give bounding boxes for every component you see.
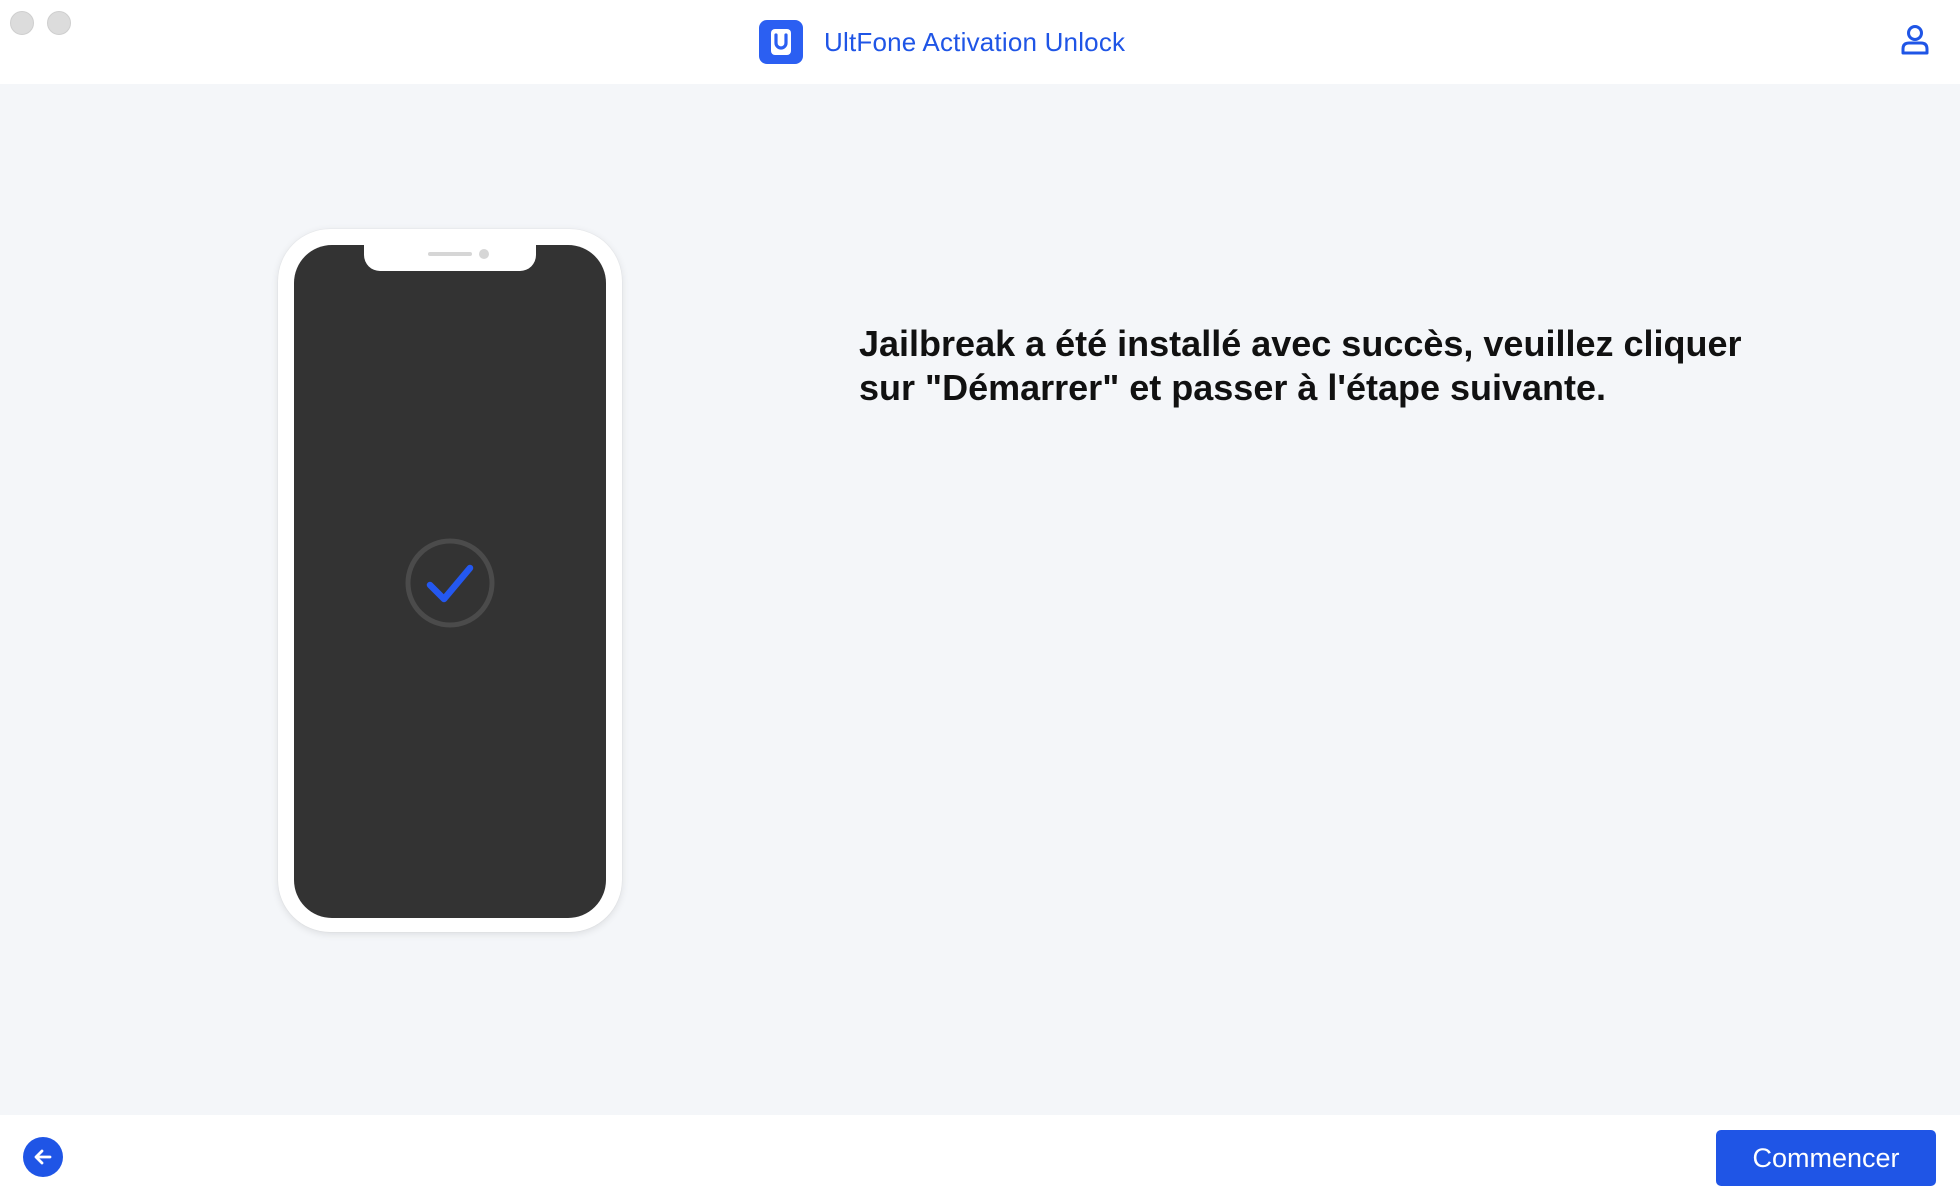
- phone-camera: [479, 249, 489, 259]
- phone-notch: [364, 245, 536, 271]
- phone-screen: [294, 245, 606, 918]
- window-close-button[interactable]: [10, 11, 34, 35]
- app-title: UltFone Activation Unlock: [824, 26, 1126, 57]
- app-branding: UltFone Activation Unlock: [759, 20, 1125, 64]
- user-account-icon[interactable]: [1898, 22, 1932, 56]
- arrow-left-icon: [31, 1145, 55, 1169]
- app-window: UltFone Activation Unlock Jailbreak a ét…: [0, 0, 1960, 1200]
- footer-bar: Commencer: [0, 1115, 1960, 1200]
- main-content: Jailbreak a été installé avec succès, ve…: [0, 84, 1960, 1115]
- instruction-message: Jailbreak a été installé avec succès, ve…: [859, 323, 1742, 408]
- window-minimize-button[interactable]: [47, 11, 71, 35]
- back-button[interactable]: [23, 1137, 63, 1177]
- unlock-logo-icon: [759, 20, 803, 64]
- phone-speaker: [428, 252, 472, 256]
- start-button[interactable]: Commencer: [1716, 1130, 1936, 1186]
- phone-illustration: [278, 229, 622, 932]
- checkmark-icon: [404, 537, 496, 629]
- title-bar: UltFone Activation Unlock: [0, 0, 1960, 84]
